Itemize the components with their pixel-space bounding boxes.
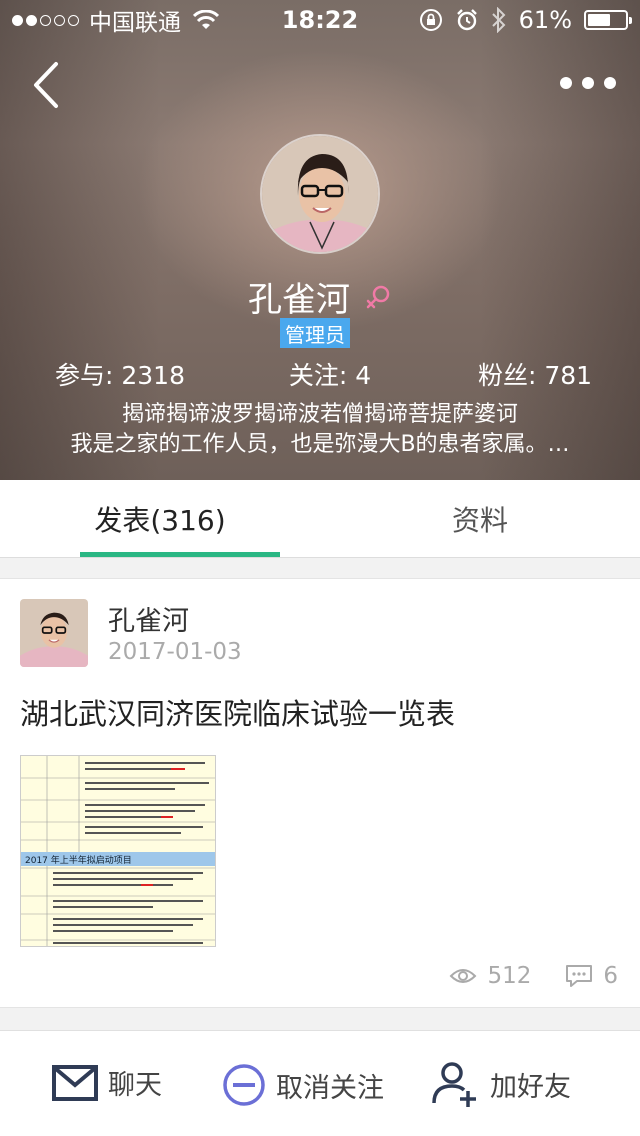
bio-line: 揭谛揭谛波罗揭谛波若僧揭谛菩提萨婆诃 bbox=[121, 402, 518, 427]
tab-posts[interactable]: 发表(316) bbox=[0, 480, 320, 557]
avatar[interactable] bbox=[260, 134, 380, 254]
thumbnail-banner: 2017 年上半年拟启动项目 bbox=[25, 854, 132, 866]
wifi-icon bbox=[193, 10, 219, 29]
profile-stats: 参与: 2318 关注: 4 粉丝: 781 bbox=[0, 356, 640, 392]
minus-circle-icon bbox=[223, 1064, 265, 1106]
unfollow-button[interactable]: 取消关注 bbox=[222, 1063, 384, 1107]
battery-percent: 61% bbox=[518, 6, 572, 34]
carrier-label: 中国联通 bbox=[89, 10, 181, 36]
more-button[interactable] bbox=[560, 68, 616, 98]
signal-icon bbox=[12, 14, 79, 26]
mail-icon bbox=[52, 1064, 98, 1101]
avatar-photo bbox=[20, 599, 88, 667]
stat-participation[interactable]: 参与: 2318 bbox=[0, 356, 230, 392]
chat-button[interactable]: 聊天 bbox=[52, 1063, 162, 1102]
female-gender-icon bbox=[366, 285, 390, 308]
alarm-icon bbox=[456, 9, 477, 31]
post-author-avatar[interactable] bbox=[20, 599, 88, 667]
post-author-name[interactable]: 孔雀河 bbox=[108, 599, 189, 638]
back-button[interactable] bbox=[28, 60, 68, 110]
more-dot bbox=[582, 77, 594, 89]
post-title[interactable]: 湖北武汉同济医院临床试验一览表 bbox=[20, 691, 455, 733]
comment-count: 6 bbox=[603, 963, 618, 989]
post-date: 2017-01-03 bbox=[108, 639, 242, 665]
tab-profile-info[interactable]: 资料 bbox=[320, 480, 640, 557]
comment-icon bbox=[566, 965, 593, 987]
more-dot bbox=[560, 77, 572, 89]
stat-followers[interactable]: 粉丝: 781 bbox=[430, 356, 640, 392]
add-friend-label: 加好友 bbox=[490, 1071, 571, 1103]
chevron-left-icon bbox=[34, 62, 58, 108]
unfollow-label: 取消关注 bbox=[276, 1072, 384, 1104]
role-badge: 管理员 bbox=[280, 318, 350, 348]
document-thumbnail-image: 2017 年上半年拟启动项目 bbox=[21, 756, 215, 946]
profile-tabs: 发表(316) 资料 bbox=[0, 480, 640, 558]
profile-header: 中国联通 18:22 61% 孔雀河 管理员 参与: 2318 关注: 4 粉丝… bbox=[0, 0, 640, 480]
add-user-icon bbox=[432, 1062, 476, 1107]
chat-label: 聊天 bbox=[108, 1070, 162, 1101]
avatar-photo bbox=[262, 136, 378, 252]
add-friend-button[interactable]: 加好友 bbox=[430, 1059, 571, 1109]
battery-icon bbox=[584, 10, 632, 30]
bluetooth-icon bbox=[491, 7, 506, 33]
more-dot bbox=[604, 77, 616, 89]
profile-name: 孔雀河 bbox=[248, 280, 350, 320]
bottom-action-bar: 聊天 取消关注 加好友 bbox=[0, 1030, 640, 1136]
view-count: 512 bbox=[487, 963, 532, 989]
post-thumbnail[interactable]: 2017 年上半年拟启动项目 bbox=[20, 755, 216, 947]
rotation-lock-icon bbox=[419, 9, 442, 31]
status-bar: 中国联通 18:22 61% bbox=[0, 0, 640, 40]
post-card[interactable]: 孔雀河 2017-01-03 湖北武汉同济医院临床试验一览表 2017 年上半年… bbox=[0, 578, 640, 1008]
post-meta: 512 6 bbox=[449, 963, 618, 989]
profile-bio: 揭谛揭谛波罗揭谛波若僧揭谛菩提萨婆诃 我是之家的工作人员，也是弥漫大B的患者家属… bbox=[30, 400, 610, 460]
bio-line: 我是之家的工作人员，也是弥漫大B的患者家属。… bbox=[70, 432, 570, 457]
stat-following[interactable]: 关注: 4 bbox=[230, 356, 430, 392]
eye-icon bbox=[450, 969, 477, 983]
